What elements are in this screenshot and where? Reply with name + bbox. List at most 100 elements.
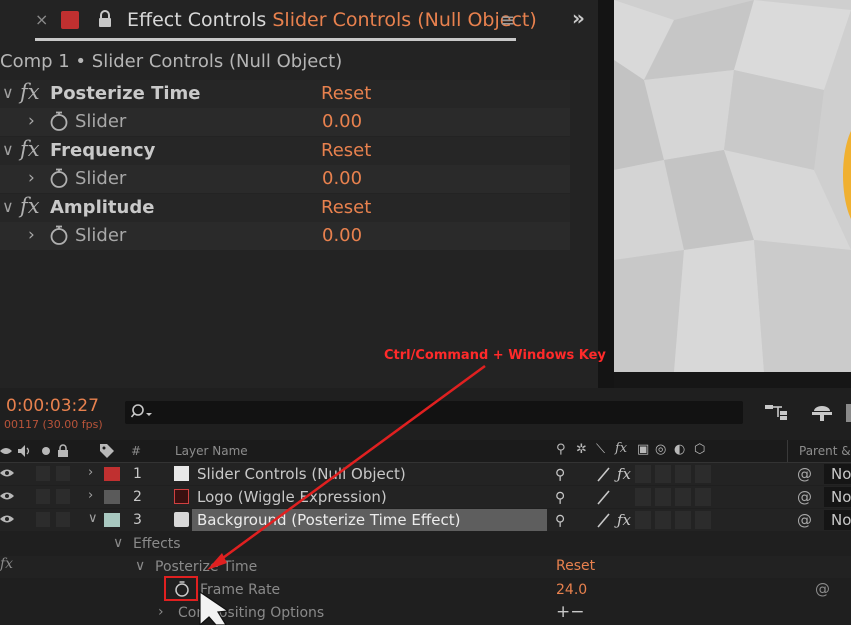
effect-name: Posterize Time: [50, 83, 201, 104]
svg-text:⚲: ⚲: [555, 467, 565, 483]
layer-row-2[interactable]: › 2 Logo (Wiggle Expression) ⚲ @ No: [0, 486, 851, 508]
reset-button[interactable]: Reset: [321, 83, 371, 104]
shy-switch-icon[interactable]: ⚲: [556, 442, 566, 457]
chevron-right-icon[interactable]: ›: [88, 488, 93, 503]
effect-name: Frequency: [50, 140, 156, 161]
solo-cell[interactable]: [36, 466, 50, 481]
chevron-right-icon[interactable]: ›: [28, 111, 35, 131]
layer-name-column-header[interactable]: Layer Name: [175, 444, 248, 458]
stopwatch-icon[interactable]: [48, 110, 70, 132]
effect-row-frequency[interactable]: ∨ fx Frequency Reset: [0, 137, 570, 165]
panel-title[interactable]: Effect Controls Slider Controls (Null Ob…: [127, 9, 537, 31]
effects-group-label: Effects: [133, 536, 181, 552]
parent-column-header[interactable]: Parent &: [799, 444, 851, 458]
lock-cell[interactable]: [56, 466, 70, 481]
layer-switches[interactable]: ⚲ ƒx: [551, 510, 714, 530]
pick-whip-icon[interactable]: @: [797, 511, 812, 529]
fx-icon[interactable]: fx: [20, 80, 40, 104]
collapse-switch-icon[interactable]: ✲: [576, 442, 587, 457]
adjustment-layer-icon[interactable]: ◐: [674, 442, 685, 457]
effects-group-row[interactable]: ∨ Effects: [0, 533, 851, 555]
search-icon[interactable]: [131, 403, 153, 421]
annotation-label: Ctrl/Command + Windows Key: [384, 348, 606, 363]
fx-icon[interactable]: fx: [0, 556, 13, 572]
pick-whip-icon[interactable]: @: [797, 465, 812, 483]
layer-color-swatch: [61, 11, 79, 29]
slider-row[interactable]: › Slider 0.00: [0, 165, 570, 193]
lock-cell[interactable]: [56, 489, 70, 504]
quality-switch-icon[interactable]: ⟍: [596, 442, 605, 457]
property-value[interactable]: 24.0: [556, 582, 587, 598]
layer-number: 2: [133, 489, 142, 505]
chevron-down-icon[interactable]: ∨: [113, 535, 123, 551]
parent-value[interactable]: No: [831, 511, 851, 529]
eye-icon[interactable]: [0, 466, 14, 480]
chevron-right-icon[interactable]: ›: [88, 465, 93, 480]
current-time-display[interactable]: 0:00:03:27: [6, 396, 99, 416]
close-tab-icon[interactable]: ×: [35, 10, 48, 29]
motion-blur-switch-icon[interactable]: ◎: [655, 442, 666, 457]
effect-switch-icon[interactable]: fx: [615, 441, 627, 456]
expression-spiral-icon[interactable]: @: [815, 580, 830, 598]
compositing-options-row[interactable]: › Compositing Options +−: [0, 602, 851, 625]
stopwatch-icon[interactable]: [48, 167, 70, 189]
parent-value[interactable]: No: [831, 465, 851, 483]
reset-button[interactable]: Reset: [321, 140, 371, 161]
label-color-swatch[interactable]: [104, 467, 120, 481]
stopwatch-icon[interactable]: [48, 224, 70, 246]
frame-rate-row[interactable]: Frame Rate 24.0 @: [0, 579, 851, 601]
reset-button[interactable]: Reset: [321, 197, 371, 218]
eye-icon[interactable]: [0, 489, 14, 503]
effect-row-amplitude[interactable]: ∨ fx Amplitude Reset: [0, 194, 570, 222]
slider-value[interactable]: 0.00: [322, 225, 362, 246]
slider-label: Slider: [75, 225, 127, 246]
effect-row-posterize-time[interactable]: fx ∨ Posterize Time Reset: [0, 556, 851, 578]
chevron-down-icon[interactable]: ∨: [88, 511, 98, 526]
label-color-swatch[interactable]: [104, 490, 120, 504]
slider-row[interactable]: › Slider 0.00: [0, 222, 570, 250]
fx-icon[interactable]: fx: [20, 194, 40, 218]
add-remove-mask-icon[interactable]: +−: [556, 602, 585, 622]
chevron-right-icon[interactable]: ›: [28, 168, 35, 188]
layer-switches[interactable]: ⚲ ƒx: [551, 464, 714, 484]
number-column-header[interactable]: #: [131, 444, 141, 458]
slider-value[interactable]: 0.00: [322, 168, 362, 189]
composition-viewer[interactable]: [614, 0, 851, 372]
pick-whip-icon[interactable]: @: [797, 488, 812, 506]
lock-cell[interactable]: [56, 512, 70, 527]
layer-name[interactable]: Background (Posterize Time Effect): [197, 511, 460, 529]
fx-icon[interactable]: fx: [20, 137, 40, 161]
effect-row-posterize-time[interactable]: ∨ fx Posterize Time Reset: [0, 80, 570, 108]
layer-row-1[interactable]: › 1 Slider Controls (Null Object) ⚲ ƒx @…: [0, 463, 851, 485]
chevron-down-icon[interactable]: ∨: [2, 83, 14, 102]
layer-row-3[interactable]: ∨ 3 Background (Posterize Time Effect) ⚲…: [0, 509, 851, 531]
layer-switches[interactable]: ⚲: [551, 487, 714, 507]
chevron-right-icon[interactable]: ›: [28, 225, 35, 245]
timeline-search-input[interactable]: [125, 401, 743, 424]
solo-cell[interactable]: [36, 489, 50, 504]
layer-name[interactable]: Slider Controls (Null Object): [197, 465, 406, 483]
chevron-right-icon[interactable]: ›: [158, 604, 164, 620]
frame-blend-icon[interactable]: ▣: [637, 442, 649, 457]
slider-label: Slider: [75, 111, 127, 132]
chevron-down-icon[interactable]: ∨: [2, 140, 14, 159]
chevron-down-icon[interactable]: ∨: [135, 558, 145, 574]
label-color-swatch[interactable]: [104, 513, 120, 527]
panel-menu-icon[interactable]: ≡: [500, 10, 515, 31]
solo-cell[interactable]: [36, 512, 50, 527]
draft-3d-icon[interactable]: [810, 402, 834, 422]
parent-value[interactable]: No: [831, 488, 851, 506]
3d-layer-icon[interactable]: ⬡: [694, 442, 705, 457]
lock-icon[interactable]: [98, 10, 112, 28]
panel-divider[interactable]: [598, 0, 614, 388]
slider-value[interactable]: 0.00: [322, 111, 362, 132]
chevron-down-icon[interactable]: ∨: [2, 197, 14, 216]
reset-button[interactable]: Reset: [556, 558, 595, 574]
slider-row[interactable]: › Slider 0.00: [0, 108, 570, 136]
motion-blur-icon[interactable]: [846, 404, 851, 422]
layer-name[interactable]: Logo (Wiggle Expression): [197, 488, 387, 506]
composition-flowchart-icon[interactable]: [764, 402, 788, 422]
eye-icon[interactable]: [0, 512, 14, 526]
label-tag-icon[interactable]: [99, 443, 115, 459]
expand-panels-icon[interactable]: »: [572, 6, 585, 30]
